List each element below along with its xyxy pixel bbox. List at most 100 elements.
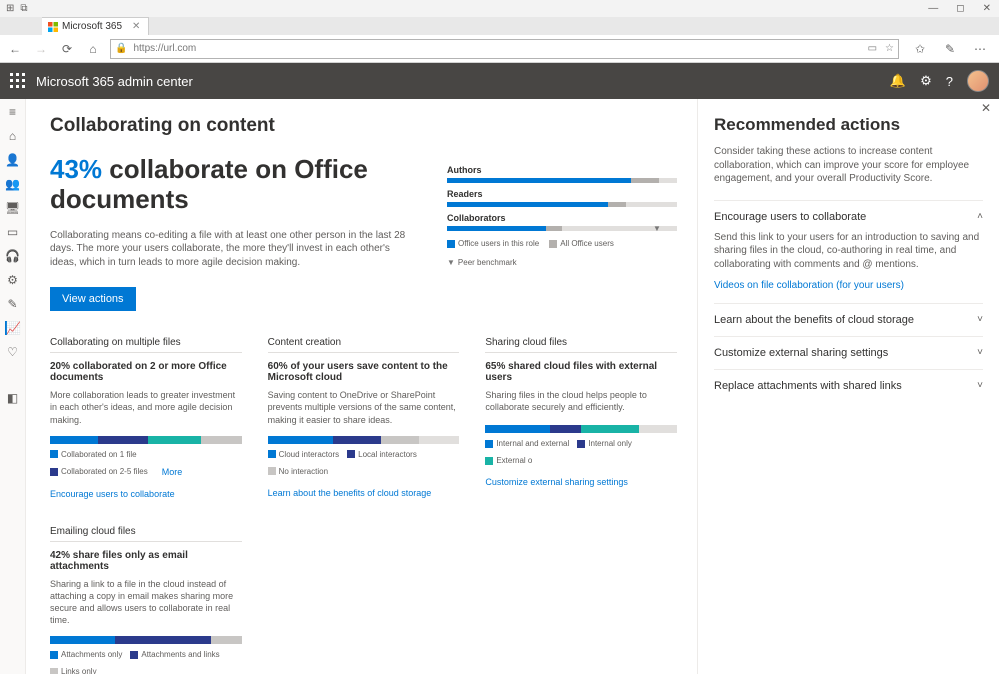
settings-icon[interactable]: ⚙ (920, 73, 932, 89)
legend-item: External o (485, 456, 532, 465)
legend-item: No interaction (268, 467, 328, 476)
home-button[interactable]: ⌂ (84, 42, 102, 56)
insight-card: Collaborating on multiple files 20% coll… (50, 337, 242, 499)
more-button[interactable]: ⋯ (971, 42, 989, 56)
close-panel-button[interactable]: ✕ (981, 101, 991, 115)
metric-authors-label: Authors (447, 165, 677, 175)
app-header: Microsoft 365 admin center 🔔 ⚙ ? (0, 63, 999, 99)
notifications-icon[interactable]: 🔔 (890, 73, 906, 89)
nav-reports-icon[interactable]: 📈 (5, 321, 19, 335)
accordion-link[interactable]: Videos on file collaboration (for your u… (714, 279, 983, 293)
tabs-icon: ⧉ (20, 3, 27, 14)
hero-description: Collaborating means co-editing a file wi… (50, 229, 407, 270)
app-launcher-icon[interactable] (10, 73, 26, 89)
metric-readers-bar (447, 202, 677, 207)
card-title: 60% of your users save content to the Mi… (268, 361, 460, 383)
accordion-label: Replace attachments with shared links (714, 380, 902, 392)
ms-favicon-icon (48, 22, 58, 32)
accordion-label: Learn about the benefits of cloud storag… (714, 314, 914, 326)
card-title: 42% share files only as email attachment… (50, 550, 242, 572)
card-stacked-bar (50, 636, 242, 644)
nav-billing-icon[interactable]: ▭ (6, 225, 20, 239)
legend-item: Internal only (577, 439, 632, 448)
nav-admin-centers-icon[interactable]: ◧ (6, 391, 20, 405)
url-text: https://url.com (133, 43, 196, 54)
legend-item: Attachments only (50, 650, 122, 659)
minimize-button[interactable]: — (928, 3, 938, 14)
card-stacked-bar (485, 425, 677, 433)
nav-support-icon[interactable]: 🎧 (6, 249, 20, 263)
page-title: Collaborating on content (50, 115, 677, 137)
card-category: Sharing cloud files (485, 337, 677, 348)
refresh-button[interactable]: ⟳ (58, 42, 76, 56)
peer-benchmark-marker: ▼ (654, 224, 660, 233)
accordion-label: Encourage users to collaborate (714, 211, 866, 223)
metric-authors-bar (447, 178, 677, 183)
browser-tab[interactable]: Microsoft 365 ✕ (42, 17, 149, 35)
accordion-header[interactable]: Customize external sharing settings˅ (714, 347, 983, 359)
chevron-icon: ˄ (977, 211, 983, 222)
nav-groups-icon[interactable]: 👥 (6, 177, 20, 191)
legend-item: Collaborated on 2-5 files (50, 467, 148, 477)
notes-button[interactable]: ✎ (941, 42, 959, 56)
accordion-header[interactable]: Encourage users to collaborate ˄ (714, 211, 983, 223)
card-action-link[interactable]: Learn about the benefits of cloud storag… (268, 488, 432, 498)
nav-settings-icon[interactable]: ⚙ (6, 273, 20, 287)
help-icon[interactable]: ? (946, 74, 953, 89)
metric-collab-bar: ▼ (447, 226, 677, 231)
metric-readers-label: Readers (447, 189, 677, 199)
tab-close-button[interactable]: ✕ (132, 21, 140, 32)
rec-title: Recommended actions (714, 115, 983, 135)
close-window-button[interactable]: ✕ (983, 3, 991, 14)
insight-card: Content creation 60% of your users save … (268, 337, 460, 499)
maximize-button[interactable]: ◻ (956, 3, 964, 14)
card-category: Emailing cloud files (50, 526, 242, 537)
app-icon: ⊞ (6, 3, 14, 14)
accordion-item: Replace attachments with shared links ˅ (714, 369, 983, 402)
favorite-icon[interactable]: ☆ (885, 43, 894, 54)
side-nav: ≡ ⌂ 👤 👥 🖥 ▭ 🎧 ⚙ ✎ 📈 ♡ ◧ (0, 99, 26, 674)
card-description: Saving content to OneDrive or SharePoint… (268, 389, 460, 425)
back-button[interactable]: ← (6, 42, 24, 56)
account-avatar[interactable] (967, 70, 989, 92)
accordion-header[interactable]: Learn about the benefits of cloud storag… (714, 314, 983, 326)
main-content: Collaborating on content 43% collaborate… (26, 99, 697, 674)
accordion-body: Send this link to your users for an intr… (714, 231, 983, 293)
insight-card: Emailing cloud files 42% share files onl… (50, 526, 242, 674)
hamburger-icon[interactable]: ≡ (6, 105, 20, 119)
legend-all: All Office users (560, 239, 614, 248)
favorites-button[interactable]: ✩ (911, 42, 929, 56)
view-actions-button[interactable]: View actions (50, 287, 136, 311)
chevron-icon: ˅ (977, 380, 983, 391)
nav-health-icon[interactable]: ♡ (6, 345, 20, 359)
card-stacked-bar (50, 436, 242, 444)
card-category: Content creation (268, 337, 460, 348)
legend-item: Collaborated on 1 file (50, 450, 137, 459)
card-legend: Collaborated on 1 file Collaborated on 2-… (50, 450, 242, 477)
card-action-link[interactable]: Customize external sharing settings (485, 477, 628, 487)
legend-item: Attachments and links (130, 650, 219, 659)
accordion-header[interactable]: Replace attachments with shared links ˅ (714, 380, 983, 392)
metric-collab-label: Collaborators (447, 213, 677, 223)
address-bar[interactable]: 🔒 https://url.com ▭ ☆ (110, 39, 899, 59)
reading-view-icon[interactable]: ▭ (868, 43, 877, 54)
insight-card: Sharing cloud files 65% shared cloud fil… (485, 337, 677, 499)
card-description: Sharing files in the cloud helps people … (485, 389, 677, 415)
accordion-item: Learn about the benefits of cloud storag… (714, 303, 983, 336)
nav-home-icon[interactable]: ⌂ (6, 129, 20, 143)
browser-tab-strip: Microsoft 365 ✕ (0, 17, 999, 35)
nav-users-icon[interactable]: 👤 (6, 153, 20, 167)
card-title: 20% collaborated on 2 or more Office doc… (50, 361, 242, 383)
legend-item: Links only (50, 667, 97, 674)
more-link[interactable]: More (162, 467, 183, 477)
rec-description: Consider taking these actions to increas… (714, 145, 983, 186)
nav-devices-icon[interactable]: 🖥 (6, 201, 20, 215)
hero-percent: 43% (50, 154, 102, 184)
legend-org: Office users in this role (458, 239, 539, 248)
card-action-link[interactable]: Encourage users to collaborate (50, 489, 175, 499)
legend-item: Cloud interactors (268, 450, 339, 459)
nav-setup-icon[interactable]: ✎ (6, 297, 20, 311)
forward-button[interactable]: → (32, 42, 50, 56)
metrics-panel: Authors Readers Collaborators ▼ Office u… (447, 155, 677, 311)
card-stacked-bar (268, 436, 460, 444)
